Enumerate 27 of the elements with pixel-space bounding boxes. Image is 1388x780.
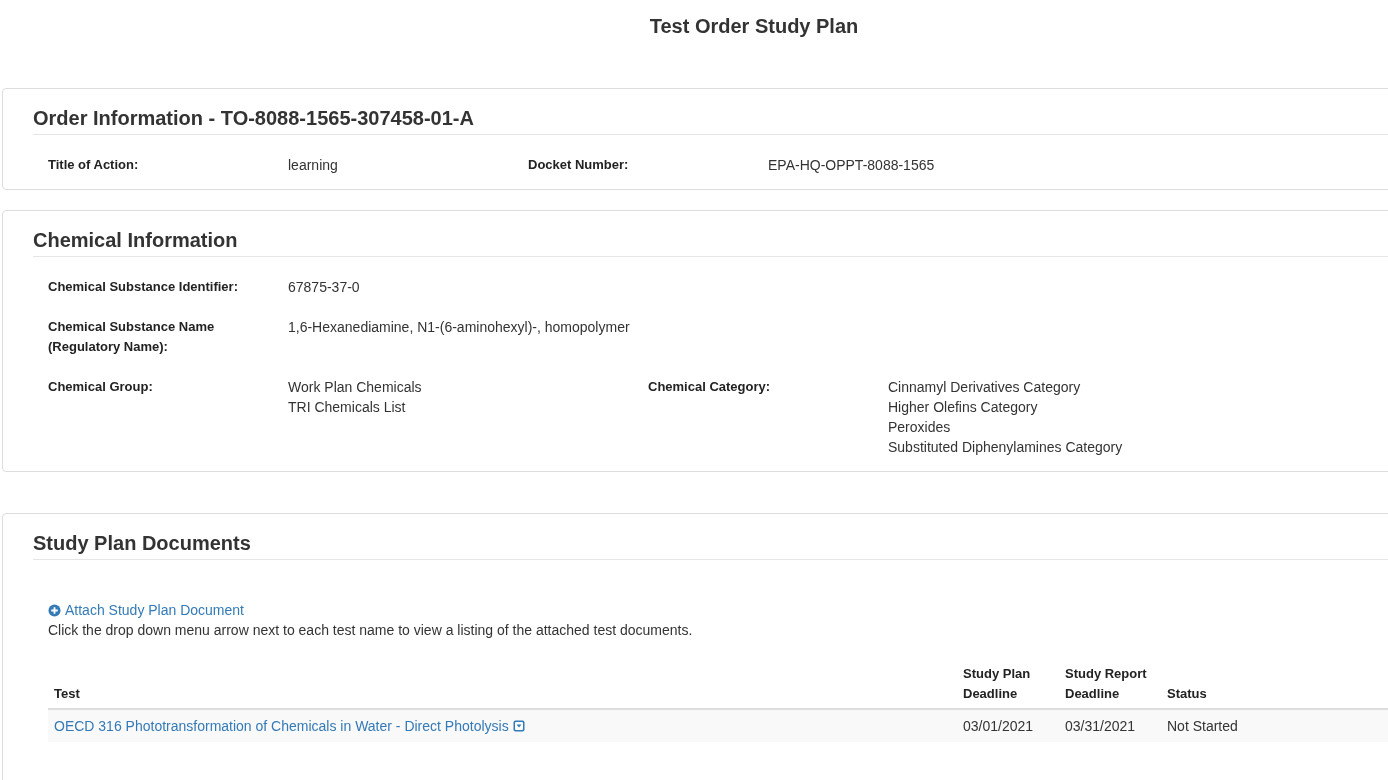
field-label: Chemical Substance Identifier: bbox=[48, 278, 238, 296]
field-value: Cinnamyl Derivatives Category bbox=[888, 378, 1081, 397]
table-cell: 03/01/2021 bbox=[957, 709, 1059, 742]
page-title: Test Order Study Plan bbox=[648, 14, 860, 38]
section-heading: Study Plan Documents bbox=[33, 514, 1388, 560]
section-heading: Order Information - TO-8088-1565-307458-01-A bbox=[33, 89, 1388, 135]
field-label: Chemical Group: bbox=[48, 378, 153, 396]
field-value: Substituted Diphenylamines Category bbox=[888, 438, 1123, 457]
field-value: Peroxides bbox=[888, 418, 951, 437]
field-value: Work Plan Chemicals bbox=[288, 378, 422, 397]
field-value: learning bbox=[288, 156, 338, 175]
field-value: EPA-HQ-OPPT-8088-1565 bbox=[768, 156, 935, 175]
field-value: TRI Chemicals List bbox=[288, 398, 406, 417]
field-value: 67875-37-0 bbox=[288, 278, 360, 297]
field-label: Chemical Substance Name (Regulatory Name): bbox=[48, 318, 216, 356]
field-label: Chemical Category: bbox=[648, 378, 771, 396]
table-cell: 03/31/2021 bbox=[1059, 709, 1161, 742]
table-cell: Not Started bbox=[1161, 709, 1388, 742]
attach-study-plan-document-link[interactable]: Attach Study Plan Document bbox=[48, 600, 244, 620]
field-label: Docket Number: bbox=[528, 156, 629, 174]
field-value: Higher Olefins Category bbox=[888, 398, 1038, 417]
instructions-text: Click the drop down menu arrow next to each test name to view a listing of the attached test documents. bbox=[48, 621, 693, 640]
dropdown-icon[interactable] bbox=[512, 720, 525, 732]
plus-circle-icon bbox=[48, 603, 61, 617]
field-value: 1,6-Hexanediamine, N1-(6-aminohexyl)-, homopolymer bbox=[288, 318, 630, 337]
section-heading: Chemical Information bbox=[33, 211, 1388, 257]
field-label: Title of Action: bbox=[48, 156, 139, 174]
